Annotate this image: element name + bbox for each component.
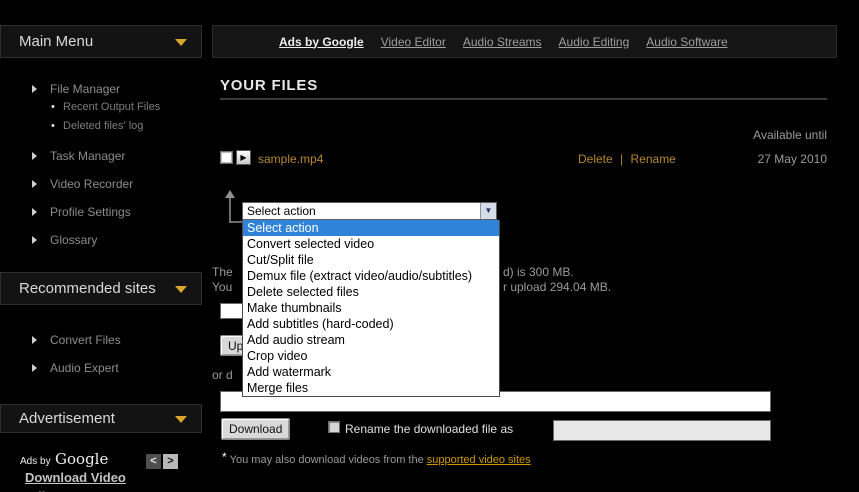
supported-video-sites-link[interactable]: supported video sites (427, 454, 531, 466)
sidebar-subitem-deleted-files-log[interactable]: • Deleted files' log (63, 120, 143, 132)
main-menu-title: Main Menu (19, 33, 93, 50)
limit-line2-right: r upload 294.04 MB. (503, 280, 611, 294)
recommended-sites-title: Recommended sites (19, 280, 156, 297)
advertisement-title: Advertisement (19, 410, 115, 427)
arrow-right-icon (32, 152, 37, 160)
sidebar-item-profile-settings[interactable]: Profile Settings (50, 205, 131, 219)
action-select-value: Select action (247, 204, 316, 218)
ads-nav-links: Ads by Google Video Editor Audio Streams… (279, 35, 728, 49)
sidebar-item-label: Glossary (50, 233, 97, 247)
heading-divider (220, 98, 827, 100)
dropdown-option-delete-files[interactable]: Delete selected files (243, 284, 499, 300)
sidebar-item-label: Audio Expert (50, 361, 119, 375)
ads-by-label: Ads by (20, 456, 51, 467)
sidebar-item-label: Convert Files (50, 333, 121, 347)
play-icon[interactable]: ▶ (236, 150, 251, 165)
sidebar-item-audio-expert[interactable]: Audio Expert (50, 361, 119, 375)
arrow-right-icon (32, 85, 37, 93)
or-download-fragment: or d (212, 368, 233, 382)
caret-down-icon (175, 39, 187, 46)
dropdown-option-make-thumbnails[interactable]: Make thumbnails (243, 300, 499, 316)
action-separator: | (620, 152, 623, 166)
sidebar-item-label: File Manager (50, 82, 120, 96)
sidebar-item-glossary[interactable]: Glossary (50, 233, 97, 247)
dropdown-option-merge-files[interactable]: Merge files (243, 380, 499, 396)
nav-link-audio-software[interactable]: Audio Software (646, 35, 727, 49)
dropdown-option-select-action[interactable]: Select action (243, 220, 499, 236)
arrow-right-icon (32, 180, 37, 188)
footnote-text: You may also download videos from the (230, 454, 424, 466)
recommended-sites-header[interactable]: Recommended sites (0, 272, 202, 305)
limit-line1-right: d) is 300 MB. (503, 265, 574, 279)
file-actions: Delete | Rename (578, 152, 676, 166)
footnote: *You may also download videos from thesu… (222, 450, 531, 466)
delete-link[interactable]: Delete (578, 152, 613, 166)
nav-link-video-editor[interactable]: Video Editor (381, 35, 446, 49)
file-select-checkbox[interactable] (220, 151, 233, 164)
available-until-label: Available until (700, 128, 827, 142)
dropdown-option-add-subtitles[interactable]: Add subtitles (hard-coded) (243, 316, 499, 332)
download-button[interactable]: Download (221, 418, 290, 440)
limit-line2-left: You (212, 280, 232, 294)
advertisement-header[interactable]: Advertisement (0, 404, 202, 433)
sidebar-item-video-recorder[interactable]: Video Recorder (50, 177, 133, 191)
rename-checkbox[interactable] (328, 421, 340, 433)
rename-link[interactable]: Rename (631, 152, 676, 166)
page-title: YOUR FILES (220, 77, 318, 94)
sidebar-item-label: Task Manager (50, 149, 125, 163)
sidebar-item-task-manager[interactable]: Task Manager (50, 149, 125, 163)
sidebar-subitem-recent-output-files[interactable]: • Recent Output Files (63, 101, 160, 113)
dropdown-option-demux[interactable]: Demux file (extract video/audio/subtitle… (243, 268, 499, 284)
dropdown-option-add-audio-stream[interactable]: Add audio stream (243, 332, 499, 348)
caret-down-icon (175, 286, 187, 293)
ad-next-button[interactable]: > (163, 454, 178, 469)
arrow-right-icon (32, 364, 37, 372)
bullet-icon: • (51, 120, 55, 132)
sidebar-subitem-label: Deleted files' log (63, 120, 143, 132)
limit-line1-left: The (212, 265, 233, 279)
dropdown-option-cut-split[interactable]: Cut/Split file (243, 252, 499, 268)
google-logo: Google (55, 450, 108, 468)
ads-nav-bar: Ads by Google Video Editor Audio Streams… (212, 25, 837, 58)
ad-link-download-video[interactable]: Download Video (25, 470, 126, 485)
rename-filename-input[interactable] (553, 420, 771, 441)
sidebar-subitem-label: Recent Output Files (63, 101, 160, 113)
available-date: 27 May 2010 (700, 152, 827, 166)
rename-checkbox-label: Rename the downloaded file as (345, 422, 513, 436)
asterisk: * (222, 450, 227, 464)
action-select[interactable]: Select action ▼ (242, 202, 497, 220)
action-dropdown-list: Select action Convert selected video Cut… (242, 220, 500, 397)
dropdown-option-add-watermark[interactable]: Add watermark (243, 364, 499, 380)
sidebar-item-label: Video Recorder (50, 177, 133, 191)
arrow-right-icon (32, 208, 37, 216)
caret-down-icon (175, 416, 187, 423)
arrow-right-icon (32, 336, 37, 344)
nav-link-ads-by-google[interactable]: Ads by Google (279, 35, 364, 49)
main-menu-header[interactable]: Main Menu (0, 25, 202, 58)
nav-link-audio-streams[interactable]: Audio Streams (463, 35, 542, 49)
page: Main Menu File Manager • Recent Output F… (0, 0, 859, 492)
dropdown-option-convert-video[interactable]: Convert selected video (243, 236, 499, 252)
file-name-link[interactable]: sample.mp4 (258, 152, 323, 166)
nav-link-audio-editing[interactable]: Audio Editing (559, 35, 630, 49)
sidebar-item-label: Profile Settings (50, 205, 131, 219)
dropdown-option-crop-video[interactable]: Crop video (243, 348, 499, 364)
bullet-icon: • (51, 101, 55, 113)
select-dropdown-arrow-icon[interactable]: ▼ (480, 203, 496, 219)
ad-prev-button[interactable]: < (146, 454, 161, 469)
sidebar-item-file-manager[interactable]: File Manager (50, 82, 120, 96)
ads-by-google-logo: Ads by Google (20, 450, 108, 469)
arrow-right-icon (32, 236, 37, 244)
sidebar-item-convert-files[interactable]: Convert Files (50, 333, 121, 347)
